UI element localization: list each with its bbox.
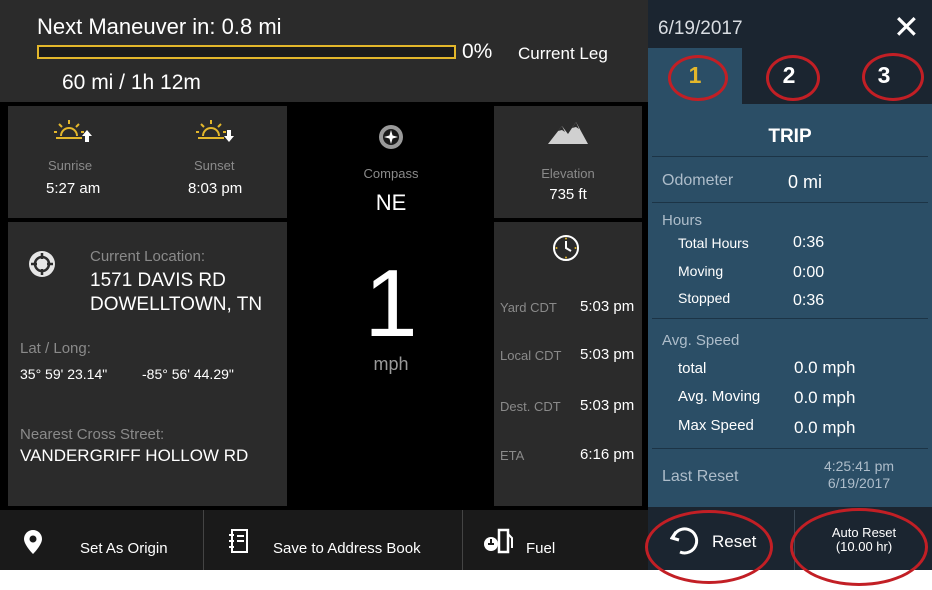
hours-label: Hours — [662, 212, 703, 229]
time-row-value: 5:03 pm — [580, 397, 635, 414]
sunset-label: Sunset — [194, 158, 235, 173]
last-reset-time: 4:25:41 pm — [823, 458, 895, 474]
leg-progress-percent: 0% — [462, 40, 493, 63]
distance-time-remaining: 60 mi / 1h 12m — [62, 71, 201, 94]
odometer-label: Odometer — [662, 172, 734, 189]
sun-times-panel: Sunrise 5:27 am Sunset 8:03 pm — [8, 106, 287, 218]
avg-speed-label: Avg. Speed — [662, 332, 740, 349]
next-maneuver-label: Next Maneuver in: 0.8 mi — [37, 14, 282, 39]
map-pin-icon — [24, 530, 42, 554]
elevation-label: Elevation — [541, 166, 595, 181]
elevation-value: 735 ft — [549, 186, 587, 203]
total-hours-label: Total Hours — [678, 235, 749, 251]
divider — [652, 202, 928, 203]
sunset-icon — [196, 120, 234, 142]
address-line-1: 1571 DAVIS RD — [90, 270, 226, 291]
moving-hours-value: 0:00 — [793, 264, 825, 281]
latitude-value: 35° 59' 23.14" — [20, 366, 108, 382]
annotation-circle-tab-3 — [862, 53, 924, 101]
crosshair-icon — [29, 251, 55, 277]
annotation-circle-reset — [645, 510, 773, 584]
speed-value: 1 — [364, 250, 418, 357]
sunrise-icon — [54, 120, 92, 142]
annotation-circle-auto-reset — [790, 508, 928, 586]
odometer-value: 0 mi — [788, 172, 823, 192]
cross-street-label: Nearest Cross Street: — [20, 426, 165, 443]
sunrise-value: 5:27 am — [46, 180, 101, 197]
total-speed-value: 0.0 mph — [794, 358, 856, 377]
current-leg-label: Current Leg — [518, 44, 608, 63]
compass-speed-panel: Compass NE 1 mph — [290, 106, 492, 506]
time-row-label: Local CDT — [500, 348, 562, 363]
set-origin-button[interactable]: Set As Origin — [0, 510, 204, 570]
compass-label: Compass — [363, 166, 419, 181]
max-speed-label: Max Speed — [678, 417, 754, 434]
mountain-icon — [548, 122, 588, 144]
time-zones-panel: Yard CDT 5:03 pm Local CDT 5:03 pm Dest.… — [494, 222, 642, 506]
save-address-button[interactable]: Save to Address Book — [205, 510, 463, 570]
time-row-label: Yard CDT — [500, 300, 557, 315]
save-address-label: Save to Address Book — [273, 540, 421, 557]
fuel-button[interactable]: Fuel — [464, 510, 648, 570]
clock-icon — [553, 235, 579, 261]
location-panel: Current Location: 1571 DAVIS RD DOWELLTO… — [8, 222, 287, 506]
last-reset-label: Last Reset — [662, 468, 739, 485]
address-line-2: DOWELLTOWN, TN — [90, 294, 263, 315]
total-speed-label: total — [678, 360, 707, 377]
leg-progress-bar — [37, 45, 456, 59]
time-row-value: 6:16 pm — [580, 446, 635, 463]
time-row-label: ETA — [500, 448, 525, 463]
action-bar: Set As Origin Save to Address Book Fuel — [0, 510, 648, 570]
fuel-pump-icon — [484, 528, 513, 554]
maneuver-bar: Next Maneuver in: 0.8 mi 0% Current Leg … — [0, 0, 648, 102]
time-row-value: 5:03 pm — [580, 298, 635, 315]
time-row-value: 5:03 pm — [580, 346, 635, 363]
stopped-hours-label: Stopped — [678, 290, 731, 306]
time-row-label: Dest. CDT — [500, 399, 561, 414]
avg-moving-value: 0.0 mph — [794, 388, 856, 407]
max-speed-value: 0.0 mph — [794, 418, 856, 437]
current-location-label: Current Location: — [90, 248, 206, 265]
stopped-hours-value: 0:36 — [793, 292, 825, 309]
fuel-label: Fuel — [526, 540, 556, 557]
sunset-value: 8:03 pm — [188, 180, 243, 197]
moving-hours-label: Moving — [678, 263, 724, 279]
avg-moving-label: Avg. Moving — [678, 388, 761, 405]
total-hours-value: 0:36 — [793, 234, 825, 251]
elevation-panel: Elevation 735 ft — [494, 106, 642, 218]
annotation-circle-tab-1 — [668, 55, 728, 101]
latlong-label: Lat / Long: — [20, 340, 91, 357]
longitude-value: -85° 56' 44.29" — [142, 366, 234, 382]
trip-title: TRIP — [768, 126, 812, 147]
trip-body: TRIP Odometer 0 mi Hours Total Hours 0:3… — [648, 104, 932, 507]
date-label: 6/19/2017 — [658, 18, 743, 39]
speed-unit: mph — [373, 354, 409, 374]
set-origin-label: Set As Origin — [80, 540, 168, 557]
annotation-circle-tab-2 — [766, 55, 820, 101]
divider — [652, 318, 928, 319]
close-icon[interactable]: ✕ — [893, 8, 920, 46]
cross-street-value: VANDERGRIFF HOLLOW RD — [20, 446, 249, 465]
compass-heading: NE — [375, 190, 407, 215]
divider — [652, 156, 928, 157]
compass-icon — [379, 125, 403, 149]
address-book-icon — [229, 529, 248, 553]
last-reset-date: 6/19/2017 — [827, 475, 891, 491]
sunrise-label: Sunrise — [48, 158, 93, 173]
divider — [652, 448, 928, 449]
